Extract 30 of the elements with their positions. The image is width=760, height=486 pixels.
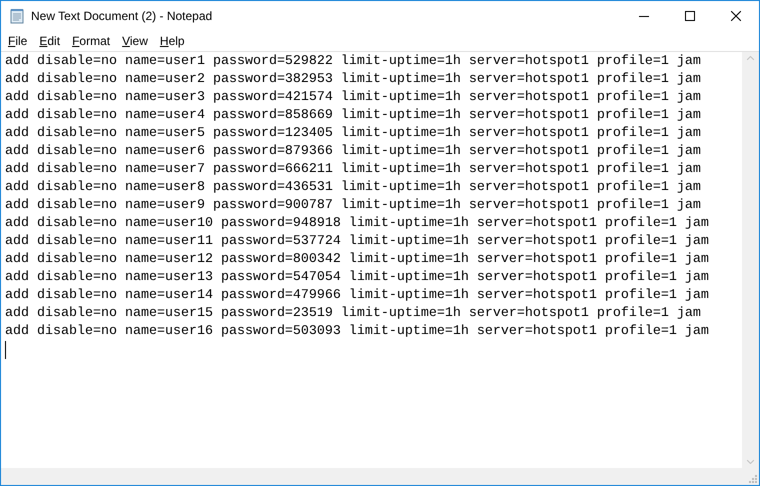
text-line: add disable=no name=user13 password=547054 limit-uptime=1h server=hotspot1 profile=1 jam — [5, 269, 709, 287]
text-line: add disable=no name=user4 password=858669 limit-uptime=1h server=hotspot1 profile=1 jam — [5, 107, 701, 125]
text-line: add disable=no name=user15 password=23519 limit-uptime=1h server=hotspot1 profile=1 jam — [5, 305, 701, 323]
text-cursor — [5, 341, 6, 359]
text-line: add disable=no name=user5 password=123405 limit-uptime=1h server=hotspot1 profile=1 jam — [5, 125, 701, 143]
text-line: add disable=no name=user8 password=436531 limit-uptime=1h server=hotspot1 profile=1 jam — [5, 179, 701, 197]
menu-item[interactable]: Help — [154, 32, 191, 50]
text-line: add disable=no name=user1 password=529822 limit-uptime=1h server=hotspot1 profile=1 jam — [5, 53, 701, 71]
maximize-icon — [685, 11, 695, 21]
horizontal-scrollbar[interactable] — [1, 468, 742, 485]
resize-grip-icon[interactable] — [749, 475, 757, 483]
menu-item[interactable]: Edit — [33, 32, 66, 50]
text-line: add disable=no name=user3 password=421574 limit-uptime=1h server=hotspot1 profile=1 jam — [5, 89, 701, 107]
text-line: add disable=no name=user11 password=537724 limit-uptime=1h server=hotspot1 profile=1 jam — [5, 233, 709, 251]
scroll-down-icon[interactable] — [747, 460, 754, 464]
menu-item[interactable]: View — [116, 32, 154, 50]
text-line: add disable=no name=user6 password=879366 limit-uptime=1h server=hotspot1 profile=1 jam — [5, 143, 701, 161]
scroll-up-icon[interactable] — [747, 56, 754, 60]
text-line: add disable=no name=user9 password=900787 limit-uptime=1h server=hotspot1 profile=1 jam — [5, 197, 701, 215]
text-line: add disable=no name=user7 password=666211 limit-uptime=1h server=hotspot1 profile=1 jam — [5, 161, 701, 179]
text-line: add disable=no name=user2 password=382953 limit-uptime=1h server=hotspot1 profile=1 jam — [5, 71, 701, 89]
notepad-icon — [9, 8, 25, 24]
text-line: add disable=no name=user10 password=948918 limit-uptime=1h server=hotspot1 profile=1 jam — [5, 215, 709, 233]
menu-item[interactable]: File — [2, 32, 34, 50]
text-line: add disable=no name=user12 password=800342 limit-uptime=1h server=hotspot1 profile=1 jam — [5, 251, 709, 269]
text-line: add disable=no name=user14 password=479966 limit-uptime=1h server=hotspot1 profile=1 jam — [5, 287, 709, 305]
text-line: add disable=no name=user16 password=503093 limit-uptime=1h server=hotspot1 profile=1 jam — [5, 323, 709, 341]
close-icon — [731, 11, 741, 21]
window-title: New Text Document (2) - Notepad — [31, 8, 212, 25]
menu-item[interactable]: Format — [66, 32, 116, 50]
